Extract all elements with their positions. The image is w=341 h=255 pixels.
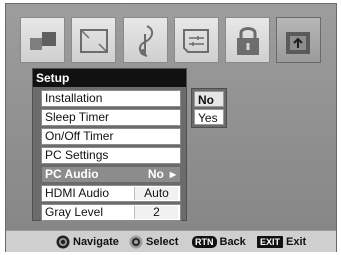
nav-label-back: Back <box>219 236 246 248</box>
menu-item-label: HDMI Audio <box>45 186 110 200</box>
dpad-icon <box>56 235 70 249</box>
menu-item-installation[interactable]: Installation <box>41 90 181 107</box>
menu-item-label: PC Audio <box>45 167 99 181</box>
nav-label-select: Select <box>146 236 179 248</box>
tab-preferences[interactable] <box>174 17 219 63</box>
tab-setup[interactable] <box>276 17 321 63</box>
menu-item-label: Sleep Timer <box>45 110 110 124</box>
menu-tabs <box>20 17 322 63</box>
setup-menu: Setup Installation Sleep Timer On/Off Ti… <box>32 68 187 221</box>
nav-hint-select: Select <box>129 234 178 250</box>
tab-audio[interactable] <box>123 17 168 63</box>
nav-label-navigate: Navigate <box>73 236 119 248</box>
preferences-icon <box>183 29 209 53</box>
menu-item-pc-audio[interactable]: PC Audio No ▶ <box>41 166 181 183</box>
nav-label-exit: Exit <box>286 236 307 248</box>
picture-icon <box>30 32 56 50</box>
menu-item-label: On/Off Timer <box>45 129 114 143</box>
menu-item-label: Installation <box>45 91 103 105</box>
menu-item-hdmi-audio[interactable]: HDMI Audio Auto <box>41 185 181 202</box>
nav-hint-navigate: Navigate <box>56 234 119 250</box>
menu-item-value: Auto <box>134 187 178 200</box>
menu-item-pc-settings[interactable]: PC Settings <box>41 147 181 164</box>
navigation-bar: Navigate Select RTN Back EXIT Exit <box>6 230 336 252</box>
nav-hint-back: RTN Back <box>192 234 246 250</box>
pc-audio-options: No Yes <box>191 88 227 128</box>
screen-icon <box>80 29 108 53</box>
tab-picture[interactable] <box>20 17 65 63</box>
option-no[interactable]: No <box>194 91 224 107</box>
menu-title: Setup <box>33 69 186 87</box>
menu-item-gray-level[interactable]: Gray Level 2 <box>41 204 181 221</box>
rtn-key-icon: RTN <box>192 236 217 249</box>
tv-menu-screen: Setup Installation Sleep Timer On/Off Ti… <box>5 3 337 252</box>
menu-item-label: Gray Level <box>45 205 104 219</box>
menu-item-value: No <box>147 167 164 181</box>
lock-icon <box>237 27 259 55</box>
menu-item-on-off-timer[interactable]: On/Off Timer <box>41 128 181 145</box>
arrow-right-icon: ▶ <box>169 170 176 179</box>
nav-hint-exit: EXIT Exit <box>257 234 306 250</box>
tab-screen[interactable] <box>71 17 116 63</box>
option-yes[interactable]: Yes <box>194 109 224 125</box>
menu-item-value: 2 <box>134 206 178 219</box>
menu-item-label: PC Settings <box>45 148 109 162</box>
audio-icon <box>139 25 153 57</box>
menu-item-sleep-timer[interactable]: Sleep Timer <box>41 109 181 126</box>
setup-icon <box>286 32 310 54</box>
select-button-icon <box>129 235 143 249</box>
tab-lock[interactable] <box>225 17 270 63</box>
exit-key-icon: EXIT <box>257 236 284 249</box>
